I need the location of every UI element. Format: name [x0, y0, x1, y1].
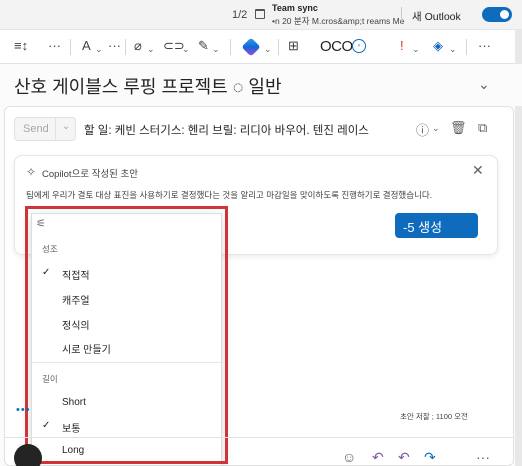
- importance-icon[interactable]: !: [400, 38, 404, 54]
- more-icon[interactable]: ···: [108, 38, 121, 54]
- menu-divider: [32, 362, 221, 363]
- menu-item-label: Long: [62, 445, 85, 456]
- chevron-down-icon[interactable]: ⌄: [449, 41, 457, 57]
- calendar-icon: [255, 9, 265, 19]
- menu-item-label: Short: [62, 397, 86, 408]
- checkmark-icon: ✓: [42, 267, 51, 278]
- toolbar-divider: [466, 39, 467, 55]
- delete-icon[interactable]: 🗑: [450, 120, 467, 136]
- page-counter: 1/2: [232, 9, 248, 21]
- copilot-sparkle-icon: ✧: [26, 165, 37, 179]
- sensitivity-icon[interactable]: ◈: [433, 38, 443, 54]
- format-lines-icon[interactable]: ≡↕: [14, 38, 28, 54]
- oco-label[interactable]: OCO: [320, 38, 353, 55]
- toolbar-divider: [70, 39, 71, 55]
- meeting-title[interactable]: Team sync: [272, 3, 318, 13]
- close-icon[interactable]: ✕: [472, 162, 484, 179]
- more-icon[interactable]: ···: [476, 449, 490, 465]
- titlebar-divider: [401, 7, 402, 23]
- reply-all-icon[interactable]: ↶: [398, 449, 410, 466]
- emoji-icon[interactable]: ☺: [342, 449, 356, 465]
- send-button-label: Send: [23, 123, 49, 135]
- checkmark-icon: ✓: [42, 420, 51, 431]
- more-icon[interactable]: ···: [478, 38, 491, 54]
- menu-item-tone-poem[interactable]: [32, 336, 221, 358]
- chevron-down-icon[interactable]: ⌄: [264, 41, 272, 57]
- meeting-subtitle[interactable]: •n 20 분자 M.cros&amp;t reams Me: [272, 15, 404, 27]
- subject-row: 산호 게이블스 루핑 프로젝트 ◌ 일반 ⌄: [0, 64, 522, 106]
- toolbar-divider: [230, 39, 231, 55]
- copilot-panel-title: Copilot으로 작성된 초안: [42, 169, 139, 180]
- chevron-down-icon[interactable]: ⌄: [62, 121, 70, 132]
- chevron-down-icon[interactable]: ⌄: [147, 41, 155, 57]
- menu-item-label: 캐주얼: [62, 296, 90, 307]
- more-icon[interactable]: ···: [48, 38, 61, 54]
- new-outlook-toggle[interactable]: [482, 7, 512, 22]
- chevron-down-icon[interactable]: ⌄: [212, 41, 220, 57]
- menu-item-length-medium[interactable]: [32, 415, 221, 437]
- menu-item-tone-formal[interactable]: [32, 312, 221, 334]
- toolbar-divider: [125, 39, 126, 55]
- avatar[interactable]: [14, 444, 42, 466]
- recipients-field[interactable]: 할 일: 케빈 스터기스: 헨리 브릴: 리디아 바우어. 텐진 레이스: [84, 122, 369, 138]
- length-header: 길이: [42, 374, 58, 384]
- loop-icon[interactable]: ◦: [352, 39, 366, 53]
- message-divider: [4, 437, 514, 438]
- copilot-draft-text: 팀에게 우리가 결토 대상 표진을 사용하기로 결정했다는 것을 알리고 마감일…: [26, 190, 433, 200]
- menu-item-label: 직접적: [62, 271, 90, 282]
- menu-item-label: 보통: [62, 424, 81, 435]
- subject-field[interactable]: 산호 게이블스 루핑 프로젝트 ◌ 일반: [14, 73, 282, 99]
- menu-item-tone-casual[interactable]: [32, 287, 221, 309]
- reply-icon[interactable]: ↶: [372, 449, 384, 466]
- more-options-icon[interactable]: •••: [16, 404, 31, 416]
- menu-item-length-long[interactable]: [32, 440, 221, 462]
- toolbar-divider: [278, 39, 279, 55]
- menu-item-label: 시로 만들기: [62, 345, 111, 356]
- chevron-down-icon[interactable]: ⌄: [95, 41, 103, 57]
- chevron-down-icon[interactable]: ⌄: [432, 123, 440, 134]
- menu-item-length-short[interactable]: [32, 392, 221, 414]
- pop-out-icon[interactable]: ⧉: [478, 120, 487, 136]
- attach-icon[interactable]: ⌀: [134, 38, 142, 54]
- apps-icon[interactable]: ⊞: [288, 38, 299, 54]
- menu-item-tone-direct[interactable]: [32, 262, 221, 284]
- chevron-down-icon[interactable]: ⌄: [478, 76, 490, 93]
- chevron-down-icon[interactable]: ⌄: [412, 41, 420, 57]
- send-split-divider: [55, 117, 56, 141]
- new-outlook-label: 새 Outlook: [412, 11, 461, 23]
- forward-icon[interactable]: ↷: [424, 449, 436, 466]
- draft-saved-status: 초안 저잘 ; 1100 오전: [400, 412, 468, 421]
- tone-header: 성조: [42, 244, 58, 254]
- help-icon[interactable]: ⓘ: [416, 120, 429, 139]
- generate-button-label: -5 생성: [403, 220, 443, 235]
- text-format-icon[interactable]: A: [82, 38, 91, 54]
- menu-item-label: 정식의: [62, 321, 90, 332]
- options-icon[interactable]: ⚟: [36, 217, 46, 230]
- format-toolbar: ≡↕ ··· A ⌄ ··· ⌀ ⌄ ⊂⊃ ⌄ ✎ ⌄ ⌄ ⊞ ! ⌄ ◈ ⌄ …: [0, 30, 522, 64]
- chevron-down-icon[interactable]: ⌄: [182, 41, 190, 57]
- title-bar: 1/2 Team sync •n 20 분자 M.cros&amp;t ream…: [0, 0, 522, 30]
- signature-icon[interactable]: ✎: [198, 38, 209, 54]
